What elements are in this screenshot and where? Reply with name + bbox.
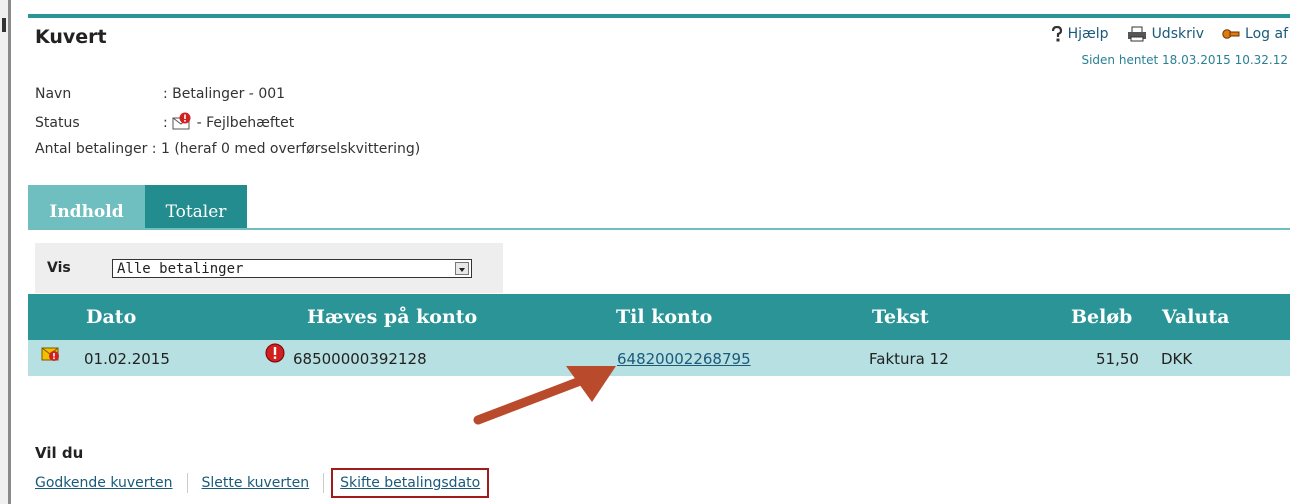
chevron-down-icon[interactable] xyxy=(455,262,469,275)
count-value: : 1 (heraf 0 med overførselskvittering) xyxy=(151,141,421,157)
header-date: Dato xyxy=(86,306,137,328)
fetched-timestamp: Siden hentet 18.03.2015 10.32.12 xyxy=(1081,53,1288,67)
info-count-row: Antal betalinger : 1 (heraf 0 med overfø… xyxy=(35,141,420,157)
annotation-arrow xyxy=(473,366,616,425)
highlight-box: Skifte betalingsdato xyxy=(331,468,490,498)
cell-date: 01.02.2015 xyxy=(84,350,170,368)
error-icon xyxy=(265,343,285,363)
print-label: Udskriv xyxy=(1151,26,1205,42)
printer-icon xyxy=(1127,26,1147,42)
actions-bar: Godkende kuverten Slette kuverten Skifte… xyxy=(35,468,490,498)
status-prefix: : xyxy=(163,115,168,131)
header-to-account: Til konto xyxy=(616,306,713,328)
tab-underline xyxy=(28,228,1290,230)
cell-to-account: 64820002268795 xyxy=(617,350,751,368)
name-label: Navn xyxy=(35,86,72,102)
header-from-account: Hæves på konto xyxy=(307,306,478,328)
tab-indhold[interactable]: Indhold xyxy=(28,185,145,228)
header-currency: Valuta xyxy=(1162,306,1230,328)
error-envelope-icon-row xyxy=(41,344,61,362)
table-header: Dato Hæves på konto Til konto Tekst Belø… xyxy=(28,294,1290,340)
status-label: Status xyxy=(35,115,80,131)
name-value: : Betalinger - 001 xyxy=(163,86,286,102)
cell-currency: DKK xyxy=(1161,350,1193,368)
print-link[interactable]: Udskriv xyxy=(1127,26,1204,42)
actions-heading: Vil du xyxy=(35,444,84,462)
logout-link[interactable]: Log af xyxy=(1222,26,1288,42)
logout-label: Log af xyxy=(1245,26,1288,42)
change-payment-date-link[interactable]: Skifte betalingsdato xyxy=(340,475,480,491)
approve-envelope-link[interactable]: Godkende kuverten xyxy=(35,475,173,491)
logout-key-icon xyxy=(1222,28,1240,40)
tab-totaler[interactable]: Totaler xyxy=(145,185,247,228)
cell-amount: 51,50 xyxy=(1096,350,1139,368)
count-label: Antal betalinger xyxy=(35,141,148,157)
filter-select[interactable]: Alle betalinger xyxy=(112,259,472,278)
to-account-link[interactable]: 64820002268795 xyxy=(617,350,751,368)
filter-panel: Vis Alle betalinger xyxy=(35,243,503,293)
header-amount: Beløb xyxy=(1071,306,1133,328)
help-label: Hjælp xyxy=(1067,26,1109,42)
top-links: Hjælp Udskriv Log af xyxy=(1051,26,1288,42)
info-name-row: Navn : Betalinger - 001 xyxy=(35,86,285,102)
divider xyxy=(186,473,188,493)
filter-selected-value: Alle betalinger xyxy=(117,261,244,277)
cell-from-account: 68500000392128 xyxy=(293,350,427,368)
tab-bar: Indhold Totaler xyxy=(28,185,247,228)
cell-text: Faktura 12 xyxy=(869,350,949,368)
table-row[interactable]: 01.02.2015 68500000392128 64820002268795… xyxy=(28,340,1290,376)
page-title: Kuvert xyxy=(35,26,107,48)
filter-label: Vis xyxy=(47,260,71,276)
header-text: Tekst xyxy=(872,306,929,328)
edge-handle xyxy=(2,18,6,32)
divider xyxy=(323,473,325,493)
error-envelope-icon xyxy=(172,112,192,130)
delete-envelope-link[interactable]: Slette kuverten xyxy=(202,475,310,491)
help-link[interactable]: Hjælp xyxy=(1051,26,1109,42)
help-icon xyxy=(1051,26,1063,42)
info-status-row: Status: - Fejlbehæftet xyxy=(35,112,294,131)
top-accent-line xyxy=(28,14,1290,18)
left-window-edge xyxy=(0,0,11,504)
status-value: - Fejlbehæftet xyxy=(196,115,295,131)
